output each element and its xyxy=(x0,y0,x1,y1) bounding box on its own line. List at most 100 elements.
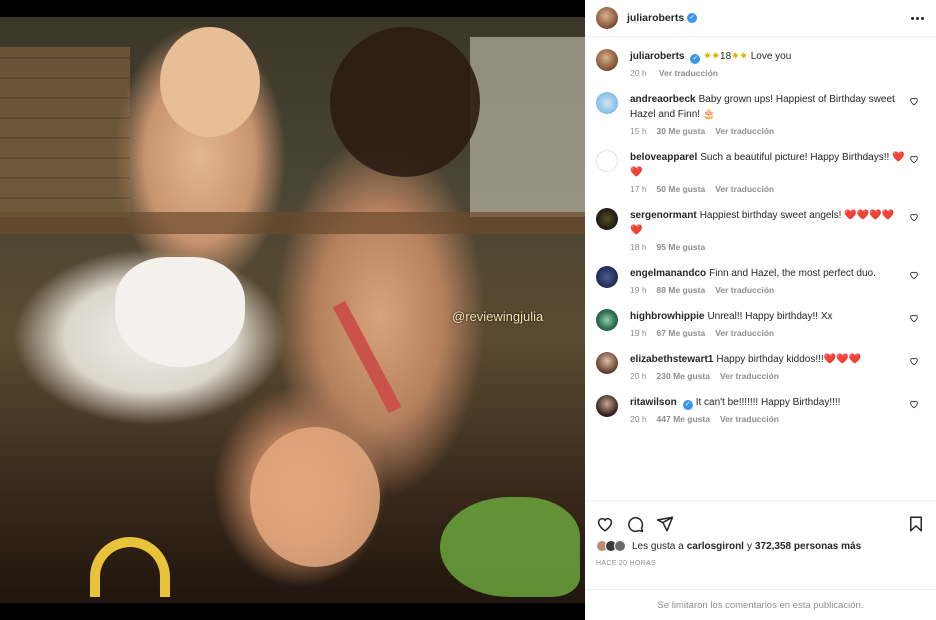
comment-time[interactable]: 18 h xyxy=(630,242,647,252)
comment-like-heart-icon[interactable] xyxy=(909,212,919,222)
photo-toy xyxy=(90,537,170,597)
comment-time[interactable]: 15 h xyxy=(630,126,647,136)
caption-text: Love you xyxy=(750,51,792,62)
photo-woman-hair xyxy=(330,27,480,177)
comment-time[interactable]: 19 h xyxy=(630,328,647,338)
comment-text: Finn and Hazel, the most perfect duo. xyxy=(709,268,876,279)
photo-watermark: @reviewingjulia xyxy=(452,309,544,324)
comment-item: sergenormant Happiest birthday sweet ange… xyxy=(596,208,925,252)
photo-shelf xyxy=(0,212,585,234)
comment-likes[interactable]: 67 Me gusta xyxy=(657,328,706,338)
action-icons-row xyxy=(585,501,936,536)
caption-username[interactable]: juliaroberts xyxy=(630,51,684,62)
bookmark-icon[interactable] xyxy=(907,515,925,533)
post-caption: juliaroberts ✓ ✷✷18✷✷ Love you 20 h Ver t… xyxy=(596,49,925,78)
verified-badge-icon: ✓ xyxy=(690,54,701,64)
comment-translate-link[interactable]: Ver traducción xyxy=(715,328,774,338)
comment-likes[interactable]: 50 Me gusta xyxy=(657,184,706,194)
commenter-avatar[interactable] xyxy=(596,352,618,374)
comment-translate-link[interactable]: Ver traducción xyxy=(720,414,779,424)
comment-item: highbrowhippie Unreal!! Happy birthday!! … xyxy=(596,309,925,338)
author-username[interactable]: juliaroberts xyxy=(627,12,684,24)
comment-text: Happy birthday kiddos!!!❤️❤️❤️ xyxy=(716,354,862,365)
comment-likes[interactable]: 230 Me gusta xyxy=(657,371,710,381)
likes-user[interactable]: carlosgironl xyxy=(687,541,744,552)
comment-likes[interactable]: 30 Me gusta xyxy=(657,126,706,136)
more-dots-icon[interactable] xyxy=(911,16,924,20)
verified-badge-icon: ✓ xyxy=(682,400,693,410)
post-side-panel: juliaroberts ✓ juliaroberts ✓ ✷✷18✷✷ Love… xyxy=(585,0,936,620)
caption-number: 18 xyxy=(720,51,732,62)
comment-like-heart-icon[interactable] xyxy=(909,399,919,409)
post-actions: Les gusta a carlosgironl y 372,358 perso… xyxy=(585,500,936,620)
post-time-ago[interactable]: HACE 20 HORAS xyxy=(585,552,936,567)
comment-like-heart-icon[interactable] xyxy=(909,96,919,106)
photo-brick-wall xyxy=(0,47,130,217)
comment-likes[interactable]: 95 Me gusta xyxy=(657,242,706,252)
comment-translate-link[interactable]: Ver traducción xyxy=(715,184,774,194)
star-emoji-icon: ✷ xyxy=(731,51,740,62)
comment-time[interactable]: 17 h xyxy=(630,184,647,194)
photo-dress-strap xyxy=(332,300,402,414)
photo-second-baby-head xyxy=(250,427,380,567)
photo-baby-diaper xyxy=(115,257,245,367)
commenter-avatar[interactable] xyxy=(596,395,618,417)
liker-avatars[interactable] xyxy=(596,540,626,552)
comment-time[interactable]: 20 h xyxy=(630,371,647,381)
comment-translate-link[interactable]: Ver traducción xyxy=(715,126,774,136)
commenter-username[interactable]: sergenormant xyxy=(630,210,697,221)
likes-count[interactable]: 372,358 personas más xyxy=(755,541,861,552)
post-photo[interactable]: @reviewingjulia xyxy=(0,17,585,603)
author-avatar[interactable] xyxy=(596,7,618,29)
comment-likes[interactable]: 447 Me gusta xyxy=(657,414,710,424)
comment-text: Unreal!! Happy birthday!! Xx xyxy=(707,311,833,322)
commenter-avatar[interactable] xyxy=(596,208,618,230)
commenter-username[interactable]: elizabethstewart1 xyxy=(630,354,713,365)
comment-like-heart-icon[interactable] xyxy=(909,313,919,323)
likes-middle: y xyxy=(746,540,752,552)
comment-bubble-icon[interactable] xyxy=(626,515,644,533)
commenter-username[interactable]: engelmanandco xyxy=(630,268,706,279)
likes-summary: Les gusta a carlosgironl y 372,358 perso… xyxy=(585,536,936,552)
commenter-avatar[interactable] xyxy=(596,266,618,288)
commenter-avatar[interactable] xyxy=(596,92,618,114)
comment-item: engelmanandco Finn and Hazel, the most pe… xyxy=(596,266,925,295)
post-header: juliaroberts ✓ xyxy=(585,0,936,37)
comment-item: ritawilson ✓ It can't be!!!!!!! Happy Birt… xyxy=(596,395,925,424)
comment-item: elizabethstewart1 Happy birthday kiddos!!… xyxy=(596,352,925,381)
star-emoji-icon: ✷ xyxy=(739,51,748,62)
comments-list[interactable]: juliaroberts ✓ ✷✷18✷✷ Love you 20 h Ver t… xyxy=(585,37,936,499)
commenter-avatar[interactable] xyxy=(596,150,618,172)
verified-badge-icon: ✓ xyxy=(687,13,698,23)
instagram-post-modal: @reviewingjulia juliaroberts ✓ juliarobe… xyxy=(0,0,936,620)
caption-avatar[interactable] xyxy=(596,49,618,71)
comment-item: andreaorbeck Baby grown ups! Happiest of … xyxy=(596,92,925,136)
comment-text: It can't be!!!!!!! Happy Birthday!!!! xyxy=(695,397,841,408)
heart-outline-icon[interactable] xyxy=(596,515,614,533)
comment-translate-link[interactable]: Ver traducción xyxy=(720,371,779,381)
commenter-username[interactable]: andreaorbeck xyxy=(630,94,696,105)
commenter-username[interactable]: ritawilson xyxy=(630,397,677,408)
comment-translate-link[interactable]: Ver traducción xyxy=(715,285,774,295)
comment-item: beloveapparel Such a beautiful picture! H… xyxy=(596,150,925,194)
photo-baby-head xyxy=(160,27,260,137)
post-media-pane: @reviewingjulia xyxy=(0,0,585,620)
comment-like-heart-icon[interactable] xyxy=(909,356,919,366)
photo-green-toy xyxy=(440,497,580,597)
commenter-username[interactable]: beloveapparel xyxy=(630,152,697,163)
photo-window xyxy=(470,37,585,217)
comment-time[interactable]: 20 h xyxy=(630,414,647,424)
comment-like-heart-icon[interactable] xyxy=(909,270,919,280)
caption-translate-link[interactable]: Ver traducción xyxy=(659,68,718,78)
commenter-avatar[interactable] xyxy=(596,309,618,331)
paper-plane-icon[interactable] xyxy=(656,515,674,533)
star-emoji-icon: ✷ xyxy=(703,51,712,62)
comment-like-heart-icon[interactable] xyxy=(909,154,919,164)
comment-time[interactable]: 19 h xyxy=(630,285,647,295)
comment-likes[interactable]: 88 Me gusta xyxy=(657,285,706,295)
star-emoji-icon: ✷ xyxy=(711,51,721,62)
caption-time[interactable]: 20 h xyxy=(630,68,647,78)
likes-prefix: Les gusta a xyxy=(632,540,684,552)
commenter-username[interactable]: highbrowhippie xyxy=(630,311,704,322)
comments-limited-notice: Se limitaron los comentarios en esta pub… xyxy=(585,589,936,620)
